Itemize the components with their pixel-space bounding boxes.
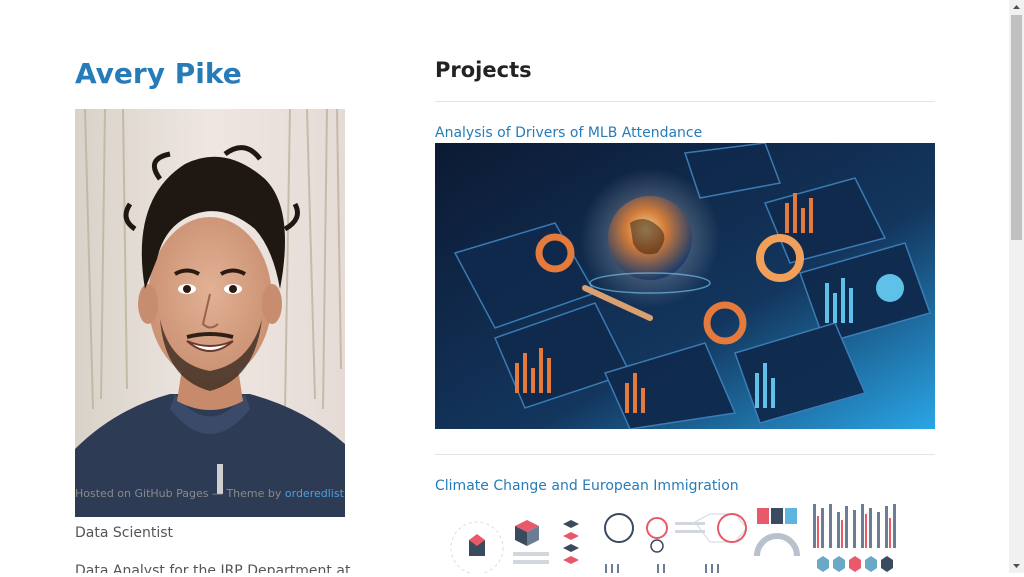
avatar xyxy=(75,109,345,517)
scrollbar-thumb[interactable] xyxy=(1011,15,1022,240)
scroll-up-icon[interactable] xyxy=(1009,0,1024,15)
project-thumbnail-mlb[interactable] xyxy=(435,143,935,429)
projects-heading: Projects xyxy=(435,58,532,82)
hosted-text: Hosted on GitHub Pages — Theme by xyxy=(75,487,282,500)
theme-author-link[interactable]: orderedlist xyxy=(285,487,344,500)
project-link-mlb[interactable]: Analysis of Drivers of MLB Attendance xyxy=(435,124,702,142)
divider xyxy=(435,454,935,455)
project-thumbnail-climate[interactable] xyxy=(435,496,935,573)
scroll-down-icon[interactable] xyxy=(1009,558,1024,573)
page: Avery Pike Hosted on GitHub Pages — Them… xyxy=(0,0,1009,573)
role-text: Data Scientist xyxy=(75,525,173,541)
project-link-climate[interactable]: Climate Change and European Immigration xyxy=(435,477,739,495)
divider xyxy=(435,101,935,102)
site-name-link[interactable]: Avery Pike xyxy=(75,55,242,93)
footer-credit: Hosted on GitHub Pages — Theme by ordere… xyxy=(75,487,344,501)
bio-text: Data Analyst for the IRP Department at xyxy=(75,563,351,573)
vertical-scrollbar[interactable] xyxy=(1009,0,1024,573)
